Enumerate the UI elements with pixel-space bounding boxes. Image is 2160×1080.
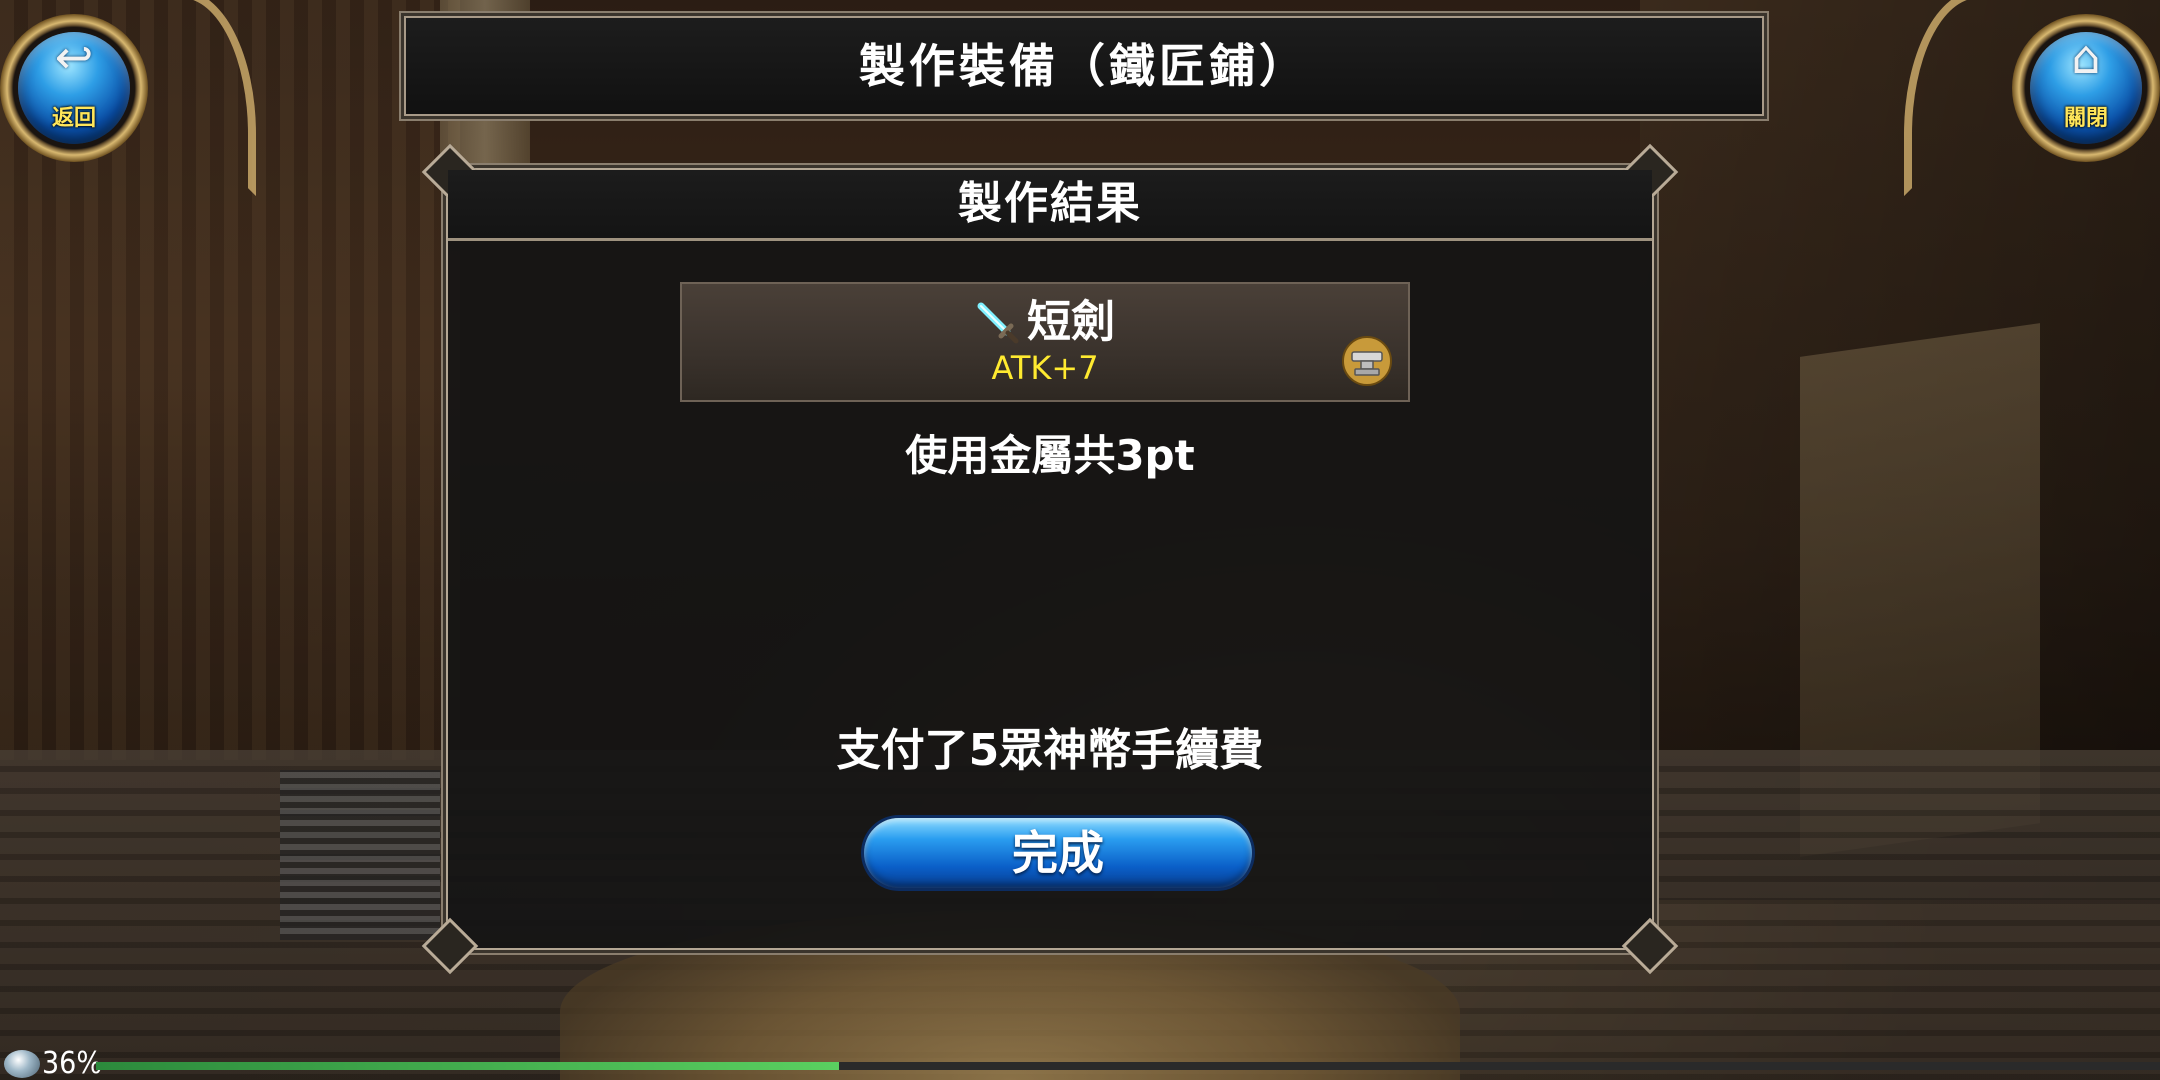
progress-fill <box>96 1062 840 1070</box>
status-percent: 36% <box>42 1046 102 1080</box>
item-name-row: 短劍 <box>682 296 1408 348</box>
crafted-item-card[interactable]: 短劍 ATK+7 <box>680 282 1410 402</box>
dialog-title: 製作結果 <box>958 178 1142 229</box>
metal-used-text: 使用金屬共3pt <box>905 431 1195 480</box>
floor-grate <box>280 770 440 940</box>
title-bar: 製作裝備（鐵匠鋪） <box>404 16 1764 116</box>
anvil-icon <box>1342 336 1392 386</box>
item-stat: ATK+7 <box>991 349 1099 387</box>
progress-track <box>96 1062 2160 1070</box>
back-button-label: 返回 <box>51 106 96 131</box>
dialog-header: 製作結果 <box>448 170 1652 241</box>
return-arrow-icon: ↩ <box>54 30 94 84</box>
status-bar: 36% <box>0 1048 2160 1080</box>
result-dialog: 製作結果 短劍 ATK+7 使用金屬共3pt 支付了5眾神幣手續費 完成 <box>421 143 1679 975</box>
close-button-label: 關閉 <box>2063 106 2108 131</box>
done-button-label: 完成 <box>1012 826 1104 880</box>
game-scene: ↩ 返回 ⌂ 關閉 製作裝備（鐵匠鋪） 製作結果 短劍 ATK+7 使用金屬共3… <box>0 0 2160 1080</box>
item-name: 短劍 <box>1027 296 1115 348</box>
sword-icon <box>977 302 1019 343</box>
page-title: 製作裝備（鐵匠鋪） <box>859 39 1309 93</box>
spirit-orb-icon <box>4 1050 40 1078</box>
done-button[interactable]: 完成 <box>864 818 1252 888</box>
back-button[interactable]: ↩ 返回 <box>0 14 148 162</box>
home-icon: ⌂ <box>2071 30 2101 84</box>
fee-paid-text: 支付了5眾神幣手續費 <box>836 725 1264 776</box>
close-button[interactable]: ⌂ 關閉 <box>2012 14 2160 162</box>
